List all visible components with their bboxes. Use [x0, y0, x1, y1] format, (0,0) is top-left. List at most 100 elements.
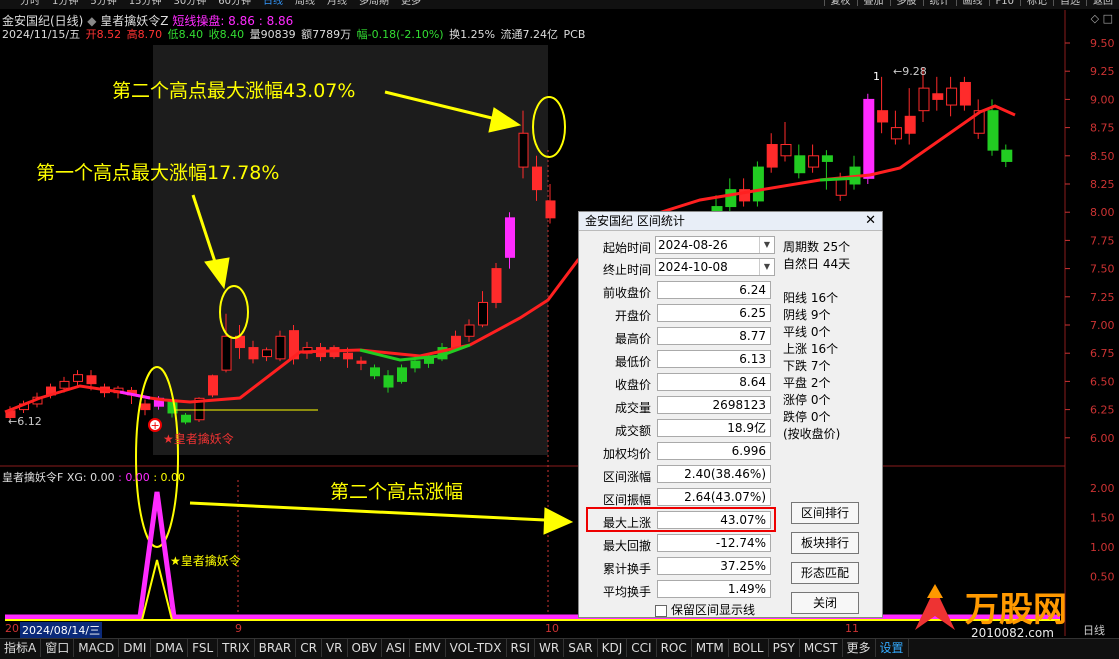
annotation-high2: 第二个高点最大涨幅43.07% — [112, 80, 356, 102]
candle-body — [73, 374, 83, 382]
checkbox-icon[interactable] — [655, 604, 667, 617]
end-time-select[interactable]: 2024-10-08 ▼ — [655, 258, 775, 276]
stat-row: 区间涨幅 2.40(38.46%) — [581, 465, 777, 485]
quote-low: 低8.40 — [167, 28, 204, 41]
date-tick: 9 — [235, 622, 242, 635]
candle-body — [410, 360, 421, 369]
price-tick: 8.25 — [1090, 178, 1115, 191]
high-price-label: ←9.28 — [893, 65, 927, 78]
stat-value: 37.25% — [657, 557, 771, 575]
price-tick: 8.50 — [1090, 150, 1115, 163]
subchart-title: 皇者擒妖令F XG: 0.00 : 0.00 : 0.00 — [2, 471, 186, 484]
keep-interval-checkbox[interactable]: 保留区间显示线 — [655, 601, 755, 618]
candle-body — [932, 93, 944, 100]
quote-amount: 额7789万 — [301, 28, 352, 41]
indicator-tab[interactable]: FSL — [188, 639, 219, 657]
indicator-tab[interactable]: EMV — [410, 639, 446, 657]
candle-body — [780, 144, 792, 157]
price-tick: 6.50 — [1090, 375, 1115, 388]
stat-label: 最高价 — [614, 332, 651, 346]
indicator-tab[interactable]: MCST — [800, 639, 843, 657]
stat-label: 加权均价 — [602, 447, 651, 461]
price-tick: 8.00 — [1090, 206, 1115, 219]
indicator-tab[interactable]: DMI — [119, 639, 152, 657]
indicator-tab[interactable]: 设置 — [876, 639, 909, 657]
date-tick: 20 — [5, 622, 19, 635]
price-tick: 6.75 — [1090, 347, 1115, 360]
indicator-tab[interactable]: VR — [322, 639, 348, 657]
candle-body — [86, 375, 97, 385]
indicator-tab[interactable]: BRAR — [255, 639, 297, 657]
indicator-tab[interactable]: MTM — [692, 639, 729, 657]
indicator-tab[interactable]: RSI — [507, 639, 536, 657]
indicator-tab[interactable]: BOLL — [729, 639, 769, 657]
stat-value: 1.49% — [657, 580, 771, 598]
sector-rank-button[interactable]: 板块排行 — [791, 532, 859, 554]
range-rank-button[interactable]: 区间排行 — [791, 502, 859, 524]
candle-body — [464, 324, 475, 337]
candle-body — [946, 87, 958, 106]
stat-row: 最大回撤 -12.74% — [581, 534, 777, 554]
stat-row: 加权均价 6.996 — [581, 442, 777, 462]
price-tick: 7.75 — [1090, 234, 1115, 247]
stat-label: 区间涨幅 — [602, 470, 651, 484]
indicator-tab[interactable]: 更多 — [843, 639, 876, 657]
indicator-tab[interactable]: VOL-TDX — [446, 639, 507, 657]
candle-body — [383, 375, 394, 388]
price-axis-labels: 9.50 9.25 9.00 8.75 8.50 8.25 8.00 7.75 7.50 7.25… — [1065, 37, 1115, 445]
period-label: 日线 — [1083, 624, 1105, 637]
candle-body — [59, 380, 70, 389]
stat-row: 收盘价 8.64 — [581, 373, 777, 393]
indicator-tab[interactable]: WR — [535, 639, 565, 657]
indicator-tab[interactable]: 指标A — [0, 639, 42, 657]
stat-row: 最低价 6.13 — [581, 350, 777, 370]
stat-value: 8.64 — [657, 373, 771, 391]
price-tick: 9.25 — [1090, 65, 1115, 78]
indicator-tab[interactable]: 窗口 — [41, 639, 75, 657]
indicator-tab[interactable]: PSY — [769, 639, 800, 657]
start-time-select[interactable]: 2024-08-26 ▼ — [655, 236, 775, 254]
indicator-tab[interactable]: DMA — [151, 639, 189, 657]
indicator-tab[interactable]: MACD — [74, 639, 120, 657]
dialog-titlebar[interactable]: 金安国纪 区间统计 ✕ — [579, 212, 882, 231]
indicator-tab[interactable]: TRIX — [218, 639, 255, 657]
close-button[interactable]: 关闭 — [791, 592, 859, 614]
pattern-match-button[interactable]: 形态匹配 — [791, 562, 859, 584]
price-tick: 9.00 — [1090, 93, 1115, 106]
interval-stats-dialog[interactable]: 金安国纪 区间统计 ✕ 起始时间 2024-08-26 ▼ 终止时间 2024-1… — [578, 211, 883, 618]
indicator-tab[interactable]: CCI — [627, 639, 657, 657]
date-tick: 10 — [545, 622, 559, 635]
candle-body — [959, 81, 971, 106]
candle-body — [356, 360, 367, 364]
candle-body — [397, 367, 407, 382]
indicator-tab[interactable]: ASI — [382, 639, 411, 657]
quote-float: 流通7.24亿 — [500, 28, 559, 41]
stat-row: 开盘价 6.25 — [581, 304, 777, 324]
stat-row: 区间振幅 2.64(43.07%) — [581, 488, 777, 508]
stat-row: 成交量 2698123 — [581, 396, 777, 416]
candle-body — [518, 132, 529, 168]
indicator-tab[interactable]: KDJ — [598, 639, 628, 657]
chevron-down-icon[interactable]: ▼ — [759, 259, 774, 275]
candle-stat: (按收盘价) — [783, 427, 841, 441]
price-tick: 6.00 — [1090, 432, 1115, 445]
candle-body — [248, 347, 259, 360]
indicator-tab[interactable]: OBV — [348, 639, 383, 657]
candle-stat: 阴线 9个 — [783, 308, 831, 322]
stat-value: 2698123 — [657, 396, 771, 414]
sub-tick: 1.50 — [1090, 512, 1115, 525]
indicator-tab[interactable]: SAR — [564, 639, 598, 657]
dialog-title: 金安国纪 区间统计 — [585, 214, 685, 228]
stat-label: 成交量 — [614, 401, 651, 415]
panel-controls[interactable]: ◇ □ — [1091, 12, 1113, 25]
plus-icon: + — [151, 419, 160, 432]
period-stat: 周期数 25个 — [783, 240, 851, 254]
indicator-tab[interactable]: ROC — [657, 639, 692, 657]
close-icon[interactable]: ✕ — [865, 212, 876, 230]
candle-body — [821, 155, 833, 162]
candle-body — [808, 155, 820, 168]
chevron-down-icon[interactable]: ▼ — [759, 237, 774, 253]
indicator-tab[interactable]: CR — [296, 639, 322, 657]
stat-value: 6.996 — [657, 442, 771, 460]
candle-stat: 阳线 16个 — [783, 291, 839, 305]
